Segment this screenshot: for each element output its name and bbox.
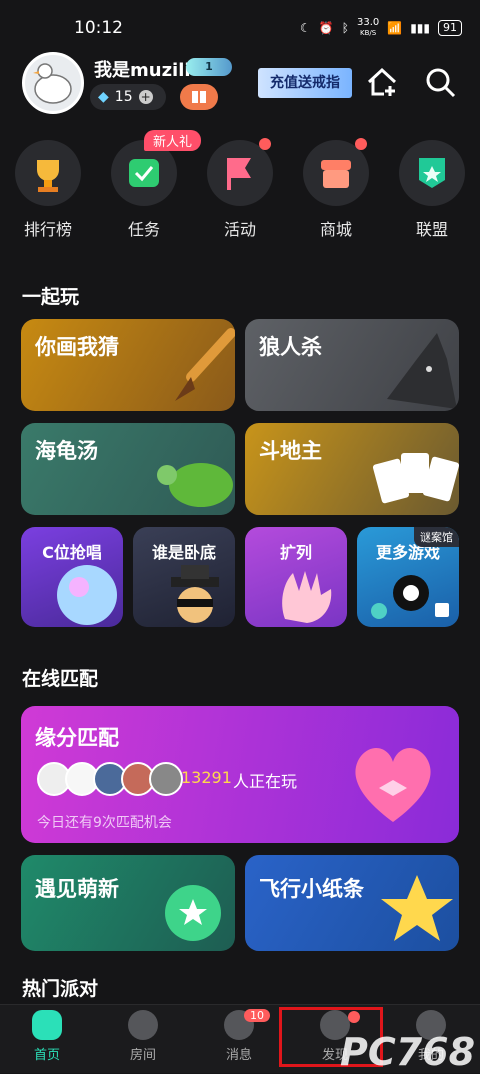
game-title: 海龟汤 (35, 439, 98, 463)
shortcut-alliance[interactable]: 联盟 (392, 140, 472, 240)
star-icon (381, 875, 453, 941)
gift-icon[interactable] (180, 84, 218, 110)
chat-bubble-star-icon (165, 885, 221, 941)
section-title-match: 在线匹配 (22, 668, 99, 690)
user-avatar[interactable] (22, 52, 84, 114)
game-card-turtle-soup[interactable]: 海龟汤 (21, 423, 235, 515)
game-card-c-sing[interactable]: C位抢唱 (21, 527, 123, 627)
battery-indicator: 91 (438, 20, 462, 36)
bluetooth-icon: ᛒ (341, 21, 349, 35)
goose-avatar-icon (33, 63, 72, 104)
shortcut-label: 联盟 (415, 220, 448, 239)
diamond-icon: ◆ (98, 89, 109, 105)
nav-label: 房间 (129, 1048, 156, 1063)
billiard-ball-icon (371, 575, 449, 619)
nav-home[interactable]: 首页 (12, 1010, 82, 1063)
flag-icon (207, 138, 273, 206)
playing-cards-icon (372, 453, 459, 504)
net-speed: 33.0 KB/S (356, 17, 380, 38)
nav-label: 消息 (225, 1048, 252, 1063)
heart-gift-icon (355, 748, 431, 822)
shortcut-shop[interactable]: 商城 (296, 138, 376, 240)
mystery-hall-badge: 谜案馆 (414, 527, 459, 547)
new-user-gift-badge: 新人礼 (144, 130, 202, 151)
waving-hand-icon (282, 571, 332, 623)
shield-icon (399, 140, 465, 206)
shortcut-label: 任务 (127, 220, 160, 239)
game-title: 谁是卧底 (151, 543, 216, 562)
game-title: C位抢唱 (42, 543, 102, 562)
level-badge: 1 (186, 58, 232, 76)
recharge-promo-banner[interactable]: 充值送戒指 (258, 68, 352, 98)
avatar-stack (37, 762, 183, 796)
match-card-title: 飞行小纸条 (259, 877, 364, 901)
shortcut-tasks[interactable]: 任务 (104, 140, 184, 240)
message-count-badge: 10 (244, 1009, 270, 1022)
gem-balance[interactable]: ◆ 15 + (90, 84, 166, 110)
online-count: 13291 (181, 768, 232, 787)
game-title: 斗地主 (259, 439, 322, 463)
status-bar: 10:12 ☾ ⏰ ᛒ 33.0 KB/S 📶 ▮▮▮ 91 (0, 0, 480, 48)
paintbrush-icon (175, 328, 235, 401)
status-time: 10:12 (74, 18, 123, 38)
game-card-undercover[interactable]: 谁是卧底 (133, 527, 235, 627)
nav-rooms[interactable]: 房间 (108, 1010, 178, 1063)
game-title: 你画我猜 (35, 335, 119, 359)
match-chances: 今日还有9次匹配机会 (37, 815, 172, 831)
gem-count: 15 (114, 89, 133, 105)
turtle-icon (157, 463, 233, 507)
disco-ball-icon (57, 565, 117, 625)
online-suffix: 人正在玩 (233, 772, 298, 791)
section-title-party: 热门派对 (22, 978, 99, 1000)
home-mask-icon (32, 1010, 62, 1040)
moon-icon: ☾ (300, 21, 311, 35)
home-add-icon[interactable] (364, 64, 400, 100)
match-title: 缘分匹配 (35, 726, 119, 750)
section-title-play: 一起玩 (22, 286, 80, 308)
spy-icon (171, 565, 219, 623)
shortcut-events[interactable]: 活动 (200, 138, 280, 240)
status-icons: ☾ ⏰ ᛒ 33.0 KB/S 📶 ▮▮▮ 91 (300, 18, 462, 38)
search-icon[interactable] (422, 64, 458, 100)
signal-icon: ▮▮▮ (410, 21, 430, 35)
trophy-icon (15, 140, 81, 206)
shop-icon (303, 138, 369, 206)
match-card-fate[interactable]: 缘分匹配 13291 人正在玩 今日还有9次匹配机会 (21, 706, 459, 843)
game-card-doudizhu[interactable]: 斗地主 (245, 423, 459, 515)
wifi-icon: 📶 (387, 21, 403, 35)
match-card-paper-note[interactable]: 飞行小纸条 (245, 855, 459, 951)
shortcut-label: 活动 (223, 220, 256, 239)
watermark: PC768 (340, 1030, 476, 1074)
game-card-expand-list[interactable]: 扩列 (245, 527, 347, 627)
game-card-draw-guess[interactable]: 你画我猜 (21, 319, 235, 411)
shortcut-label: 商城 (319, 220, 352, 239)
notification-dot (355, 138, 367, 150)
notification-dot (259, 138, 271, 150)
shortcut-leaderboard[interactable]: 排行榜 (8, 140, 88, 240)
shortcut-label: 排行榜 (23, 220, 72, 239)
player-avatar (149, 762, 183, 796)
game-title: 狼人杀 (259, 335, 322, 359)
alarm-icon: ⏰ (318, 21, 334, 35)
username: 我是muzili (94, 60, 191, 81)
game-title: 扩列 (279, 543, 312, 562)
plus-circle-icon[interactable]: + (138, 90, 153, 104)
match-card-meet-newbie[interactable]: 遇见萌新 (21, 855, 235, 951)
room-icon (128, 1010, 158, 1040)
game-card-more-games[interactable]: 更多游戏 谜案馆 (357, 527, 459, 627)
match-card-title: 遇见萌新 (35, 877, 119, 901)
nav-label: 首页 (33, 1048, 60, 1063)
game-card-werewolf[interactable]: 狼人杀 (245, 319, 459, 411)
wolf-icon (387, 333, 457, 409)
